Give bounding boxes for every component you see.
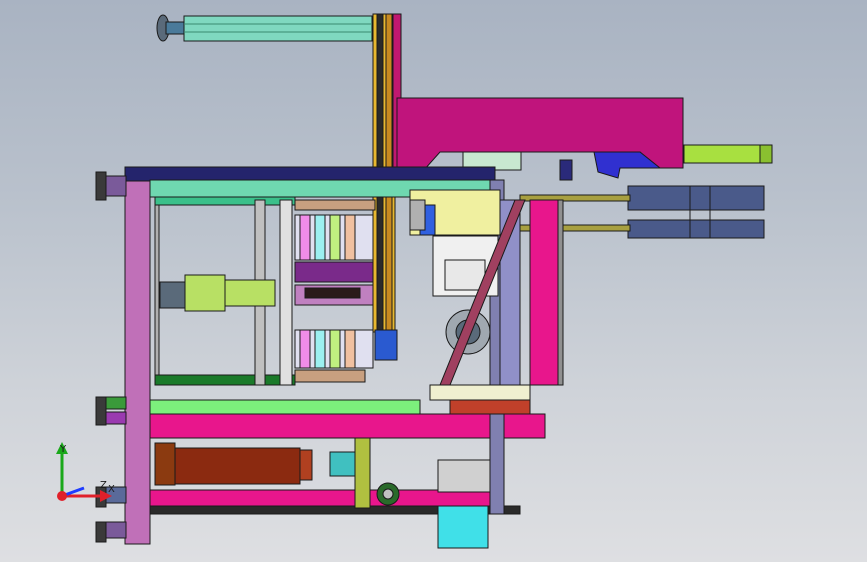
triad-origin [57, 491, 67, 501]
y-axis-label: Y [59, 444, 67, 455]
bottom-cylinder [154, 442, 359, 486]
middle-cylinder [159, 274, 276, 312]
cad-viewport[interactable]: Y Z X [0, 0, 867, 562]
right-mechanism [409, 189, 564, 415]
z-axis-label: Z [100, 480, 107, 491]
x-axis-label: X [108, 484, 115, 495]
machine-assembly-drawing [95, 13, 773, 549]
top-cylinder [156, 14, 373, 42]
coordinate-triad: Y Z X [56, 442, 115, 502]
